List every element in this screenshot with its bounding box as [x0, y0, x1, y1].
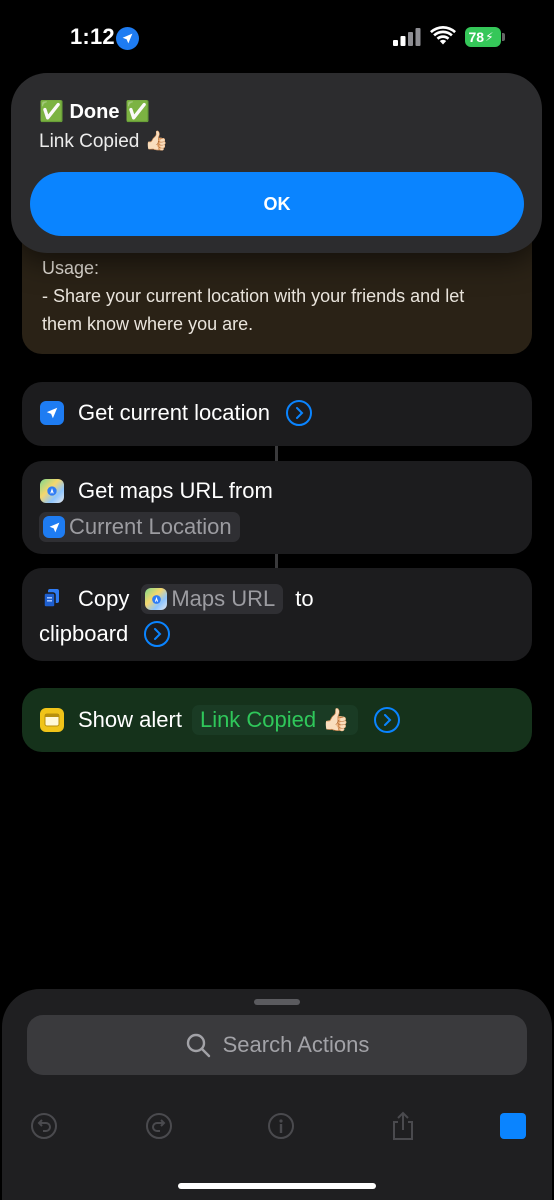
- expand-chevron-icon[interactable]: [373, 707, 400, 733]
- action-label: Get maps URL from: [78, 478, 273, 503]
- home-indicator[interactable]: [178, 1183, 376, 1189]
- location-arrow-icon: [40, 401, 64, 425]
- alert-message: Link Copied 👍🏻: [39, 131, 169, 152]
- expand-chevron-icon[interactable]: [144, 621, 171, 647]
- token-label: Link Copied 👍🏻: [199, 707, 350, 732]
- action-copy-to-clipboard[interactable]: Copy Maps URL to clipboard: [22, 568, 532, 661]
- comment-text: Usage: - Share your current location wit…: [42, 254, 514, 338]
- expand-chevron-icon[interactable]: [285, 400, 312, 426]
- comment-line: - Share your current location with your …: [42, 286, 465, 306]
- maps-url-token[interactable]: Maps URL: [141, 584, 284, 614]
- location-arrow-icon: [116, 27, 139, 50]
- battery-level: 78: [468, 29, 485, 45]
- location-arrow-icon: [43, 516, 65, 538]
- alert-icon: [40, 708, 64, 732]
- undo-icon[interactable]: [29, 1111, 59, 1141]
- current-location-token[interactable]: Current Location: [39, 512, 240, 542]
- info-icon[interactable]: [266, 1111, 296, 1141]
- action-get-maps-url[interactable]: Get maps URL from Current Location: [22, 461, 532, 554]
- share-icon[interactable]: [388, 1111, 418, 1141]
- search-placeholder: Search Actions: [222, 1032, 370, 1057]
- connector-line: [275, 554, 278, 568]
- maps-icon: [40, 479, 64, 503]
- token-label: Maps URL: [171, 586, 276, 611]
- status-time: 1:12: [70, 24, 115, 49]
- wifi-icon: [430, 26, 456, 45]
- run-shortcut-button[interactable]: [500, 1113, 526, 1139]
- action-label: Copy: [78, 586, 130, 611]
- charging-bolt-icon: ⚡: [485, 30, 494, 44]
- maps-icon: [145, 588, 168, 610]
- battery-icon: 78 ⚡: [465, 27, 501, 47]
- action-label: to: [295, 586, 314, 611]
- signal-icon: [393, 28, 421, 46]
- copy-doc-icon: [40, 587, 64, 611]
- search-icon: [186, 1033, 210, 1058]
- action-show-alert[interactable]: Show alert Link Copied 👍🏻: [22, 688, 532, 752]
- comment-line: Usage:: [42, 258, 100, 278]
- action-label: clipboard: [39, 621, 129, 646]
- battery-nub: [502, 33, 505, 41]
- actions-bottom-sheet: Search Actions: [2, 989, 552, 1200]
- editor-toolbar: [2, 1099, 552, 1159]
- action-label: Show alert: [78, 707, 182, 732]
- sheet-grabber[interactable]: [254, 999, 300, 1005]
- status-bar: 1:12 78 ⚡: [0, 0, 554, 72]
- play-icon[interactable]: [498, 1111, 528, 1141]
- comment-line: them know where you are.: [42, 314, 254, 334]
- alert-title: ✅ Done ✅: [39, 101, 150, 123]
- connector-line: [275, 446, 278, 461]
- action-label: Get current location: [78, 400, 270, 425]
- ok-button[interactable]: OK: [30, 172, 524, 236]
- redo-icon[interactable]: [144, 1111, 174, 1141]
- action-get-current-location[interactable]: Get current location: [22, 382, 532, 446]
- search-actions-field[interactable]: Search Actions: [27, 1015, 527, 1075]
- token-label: Current Location: [69, 514, 232, 539]
- link-copied-token[interactable]: Link Copied 👍🏻: [191, 705, 358, 735]
- alert-dialog: ✅ Done ✅ Link Copied 👍🏻 OK: [11, 73, 542, 253]
